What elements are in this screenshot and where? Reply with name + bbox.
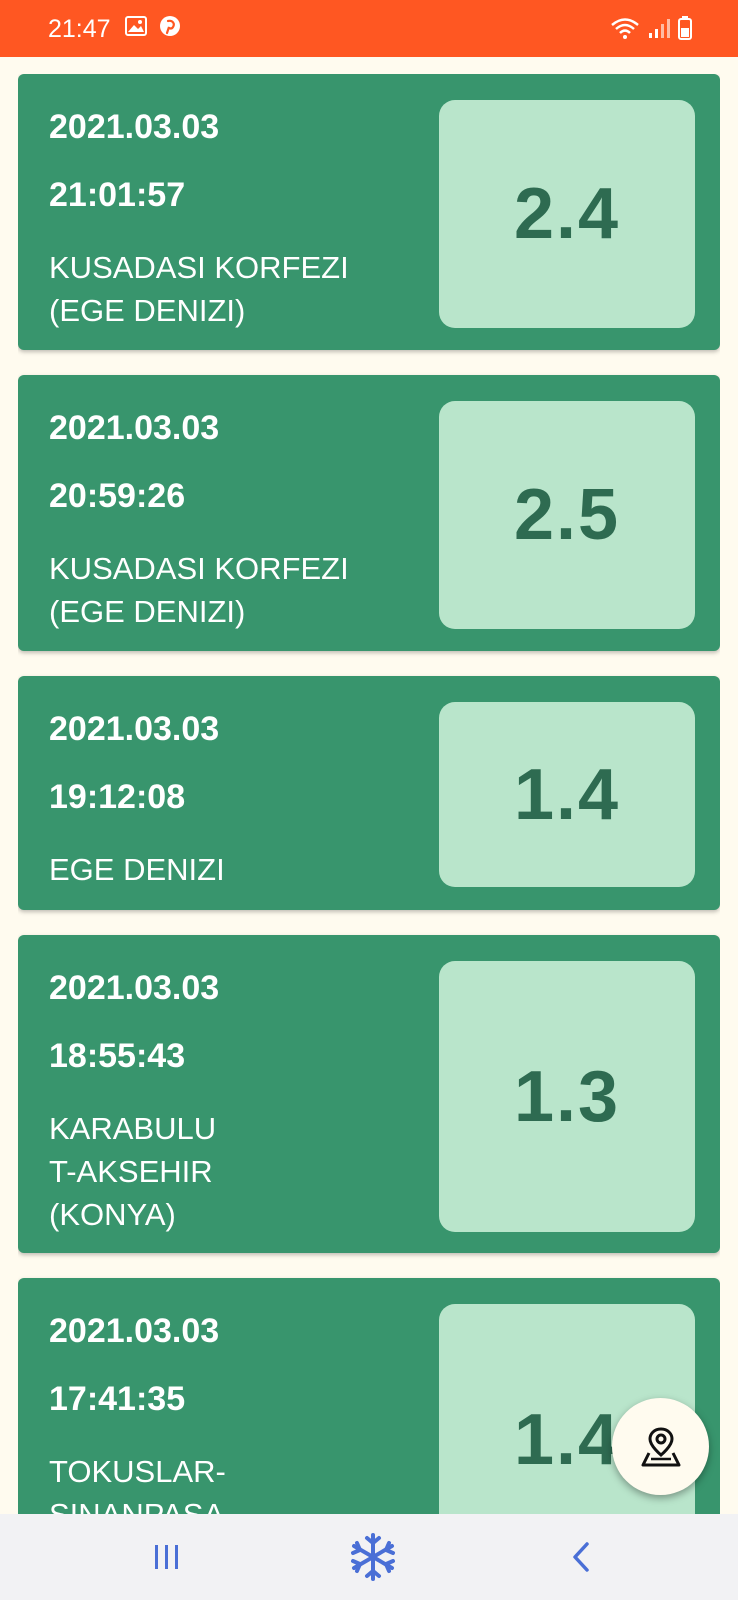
earthquake-time: 19:12:08 xyxy=(49,778,186,816)
earthquake-location: TOKUSLAR- SINANPASA xyxy=(49,1454,226,1514)
magnitude-value: 2.4 xyxy=(513,174,621,254)
back-icon xyxy=(573,1542,589,1572)
navigation-bar xyxy=(0,1514,738,1600)
recent-apps-icon xyxy=(155,1545,178,1569)
magnitude-box: 2.4 xyxy=(439,100,695,328)
signal-icon xyxy=(649,19,670,38)
earthquake-time: 18:55:43 xyxy=(49,1037,186,1075)
snowflake-icon xyxy=(351,1533,395,1581)
earthquake-location: KUSADASI KORFEZI (EGE DENIZI) xyxy=(49,250,349,328)
home-button[interactable] xyxy=(328,1514,418,1600)
wifi-icon xyxy=(611,18,639,39)
magnitude-box: 1.4 xyxy=(439,702,695,887)
status-bar: 21:47 xyxy=(0,0,738,57)
magnitude-value: 1.4 xyxy=(513,1399,621,1480)
earthquake-card[interactable]: 2021.03.03 21:01:57 KUSADASI KORFEZI (EG… xyxy=(18,74,720,350)
back-button[interactable] xyxy=(536,1514,626,1600)
earthquake-time: 17:41:35 xyxy=(49,1380,186,1418)
earthquake-date: 2021.03.03 xyxy=(49,409,220,447)
battery-icon xyxy=(678,16,692,40)
earthquake-time: 21:01:57 xyxy=(49,176,186,214)
magnitude-value: 1.3 xyxy=(513,1056,621,1137)
status-time: 21:47 xyxy=(48,15,111,43)
earthquake-location: EGE DENIZI xyxy=(49,852,225,887)
pinterest-icon xyxy=(160,16,180,36)
earthquake-date: 2021.03.03 xyxy=(49,969,220,1007)
magnitude-value: 2.5 xyxy=(513,475,621,555)
magnitude-box: 2.5 xyxy=(439,401,695,629)
earthquake-date: 2021.03.03 xyxy=(49,1312,220,1350)
earthquake-card[interactable]: 2021.03.03 20:59:26 KUSADASI KORFEZI (EG… xyxy=(18,375,720,651)
map-pin-icon xyxy=(641,1426,680,1466)
earthquake-date: 2021.03.03 xyxy=(49,108,220,146)
magnitude-value: 1.4 xyxy=(513,754,621,835)
earthquake-date: 2021.03.03 xyxy=(49,710,220,748)
earthquake-card[interactable]: 2021.03.03 17:41:35 TOKUSLAR- SINANPASA … xyxy=(18,1278,720,1514)
earthquake-time: 20:59:26 xyxy=(49,477,186,515)
map-button[interactable] xyxy=(612,1398,709,1495)
earthquake-location: KARABULU T-AKSEHIR (KONYA) xyxy=(49,1111,217,1232)
earthquake-location: KUSADASI KORFEZI (EGE DENIZI) xyxy=(49,551,349,629)
earthquake-card[interactable]: 2021.03.03 18:55:43 KARABULU T-AKSEHIR (… xyxy=(18,935,720,1253)
earthquake-list[interactable]: 2021.03.03 21:01:57 KUSADASI KORFEZI (EG… xyxy=(18,74,720,1514)
earthquake-card[interactable]: 2021.03.03 19:12:08 EGE DENIZI 1.4 xyxy=(18,676,720,910)
gallery-icon xyxy=(125,16,147,36)
recent-apps-button[interactable] xyxy=(122,1514,212,1600)
magnitude-box: 1.3 xyxy=(439,961,695,1232)
